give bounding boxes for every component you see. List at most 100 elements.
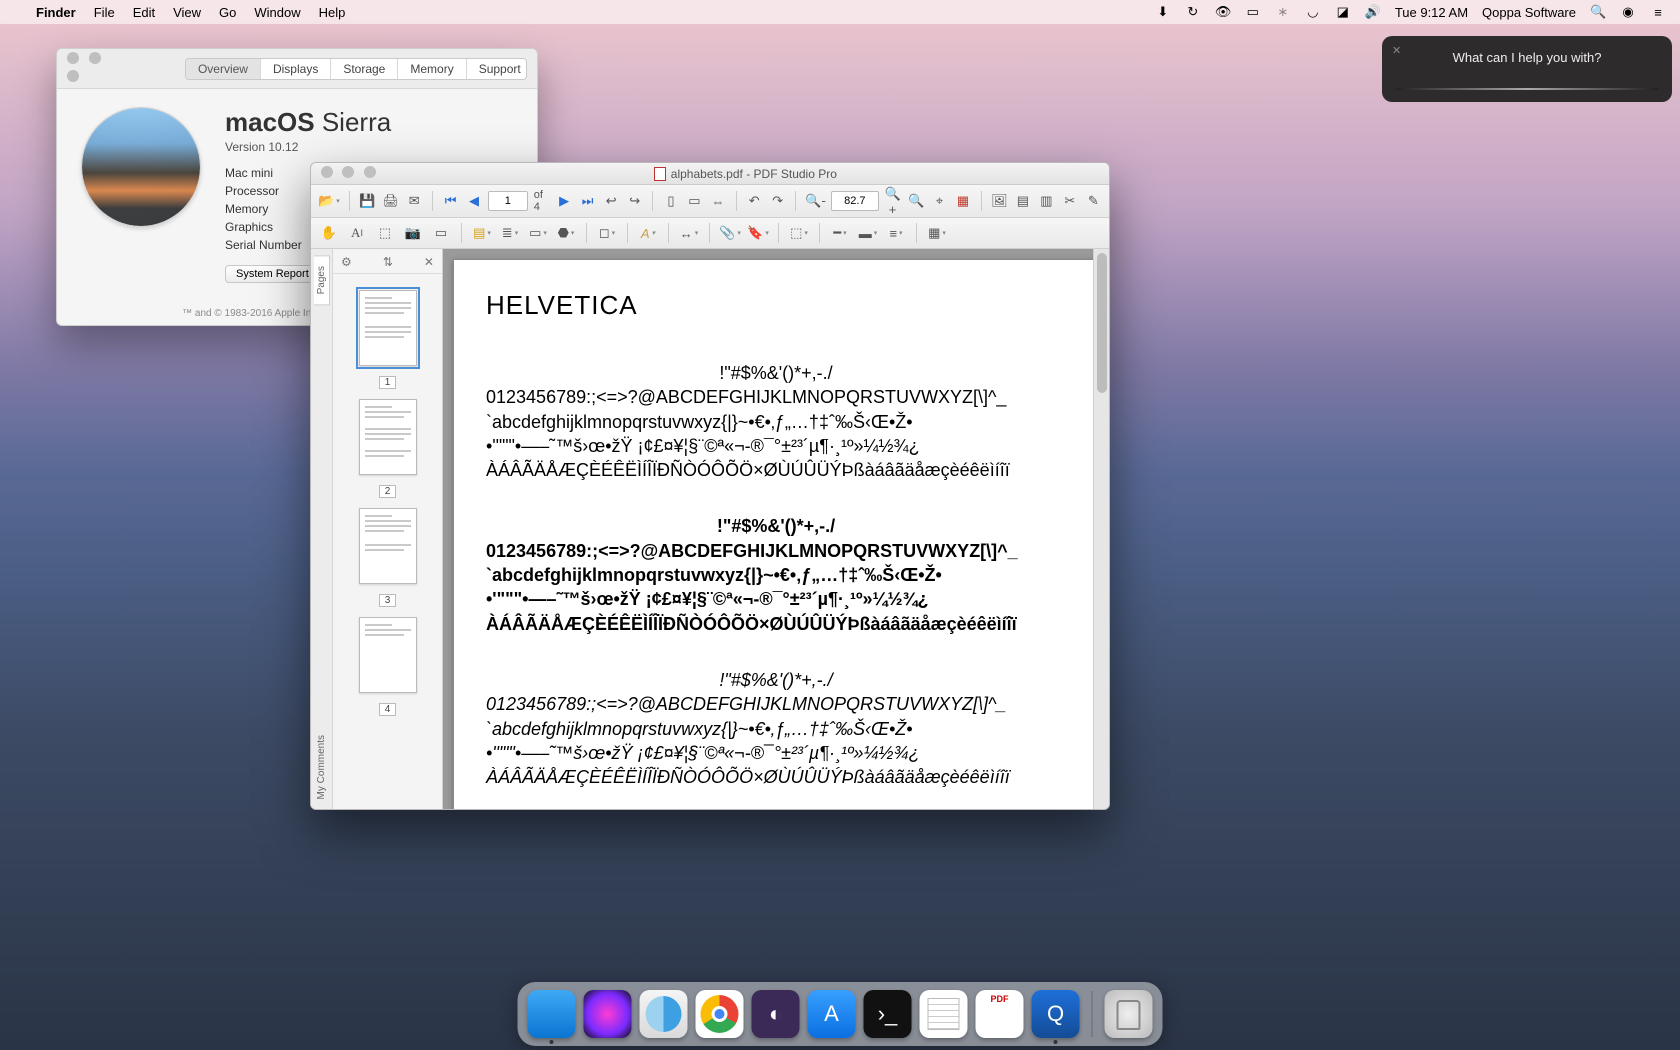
dock-eclipse[interactable]: ◐ [752, 990, 800, 1038]
dock-finder[interactable] [528, 990, 576, 1038]
side-tab-comments[interactable]: My Comments [314, 725, 329, 809]
sticky-note-tool[interactable]: ▤ [470, 222, 494, 244]
binoculars-icon[interactable]: 👁 [1215, 4, 1231, 20]
rotate-ccw-button[interactable]: ↶ [744, 190, 764, 212]
tab-storage[interactable]: Storage [331, 59, 398, 79]
snapshot-tool[interactable]: ⬚ [373, 222, 397, 244]
spotlight-icon[interactable]: 🔍 [1590, 4, 1606, 20]
dock-pdfstudio[interactable]: Q [1032, 990, 1080, 1038]
save-button[interactable]: 💾 [358, 190, 378, 212]
sign-button[interactable]: 🖼 [990, 190, 1010, 212]
dock-terminal[interactable]: ›_ [864, 990, 912, 1038]
link-tool[interactable]: ▭ [429, 222, 453, 244]
highlight-tool[interactable]: A [636, 222, 660, 244]
attach-tool[interactable]: 📎 [718, 222, 742, 244]
compare-button[interactable]: ▤ [1013, 190, 1033, 212]
fit-width-button[interactable]: ⇔ [708, 190, 728, 212]
dock-pdf[interactable] [976, 990, 1024, 1038]
vertical-scrollbar[interactable] [1093, 249, 1109, 809]
zoom-icon[interactable] [364, 166, 376, 178]
thumb-options-icon[interactable]: ⚙ [341, 255, 352, 269]
page-number-input[interactable] [488, 191, 528, 211]
thumb-page-1[interactable] [359, 290, 417, 366]
menu-view[interactable]: View [173, 5, 201, 20]
stamp-tool[interactable]: ⬣ [554, 222, 578, 244]
menu-go[interactable]: Go [219, 5, 236, 20]
camera-tool[interactable]: 📷 [401, 222, 425, 244]
menu-file[interactable]: File [94, 5, 115, 20]
menu-help[interactable]: Help [319, 5, 346, 20]
about-traffic-lights[interactable] [67, 51, 119, 87]
prev-page-button[interactable]: ◀ [464, 190, 484, 212]
dock-safari[interactable] [640, 990, 688, 1038]
crop-button[interactable]: ✂ [1060, 190, 1080, 212]
rotate-cw-button[interactable]: ↷ [768, 190, 788, 212]
tab-displays[interactable]: Displays [261, 59, 331, 79]
form-button[interactable]: ▦ [953, 190, 973, 212]
bookmark-tool[interactable]: 🔖 [746, 222, 770, 244]
wifi-icon[interactable]: ◡ [1305, 4, 1321, 20]
dock-chrome[interactable] [696, 990, 744, 1038]
notification-center-icon[interactable]: ≡ [1650, 5, 1666, 20]
minimize-icon[interactable] [342, 166, 354, 178]
menubar-clock[interactable]: Tue 9:12 AM [1395, 5, 1468, 20]
close-icon[interactable] [67, 52, 79, 64]
side-tab-pages[interactable]: Pages [314, 255, 330, 305]
tab-support[interactable]: Support [467, 59, 527, 79]
callout-tool[interactable]: ▭ [526, 222, 550, 244]
transparency-tool[interactable]: ▦ [925, 222, 949, 244]
pan-zoom-button[interactable]: ⌖ [930, 190, 950, 212]
dock-textedit[interactable] [920, 990, 968, 1038]
menubar-app[interactable]: Finder [36, 5, 76, 20]
pdf-titlebar[interactable]: alphabets.pdf - PDF Studio Pro [311, 163, 1109, 185]
dock-appstore[interactable]: A [808, 990, 856, 1038]
next-page-button[interactable]: ▶ [554, 190, 574, 212]
loupe-button[interactable]: 🔍 [906, 190, 926, 212]
display-icon[interactable]: ▭ [1245, 4, 1261, 20]
actual-size-button[interactable]: ▯ [661, 190, 681, 212]
minimize-icon[interactable] [89, 52, 101, 64]
dock-siri[interactable] [584, 990, 632, 1038]
fill-color-tool[interactable]: ▬ [856, 222, 880, 244]
menu-window[interactable]: Window [254, 5, 300, 20]
pdf-traffic-lights[interactable] [311, 166, 382, 181]
zoom-icon[interactable] [67, 70, 79, 82]
thumb-sort-icon[interactable]: ⇅ [383, 255, 393, 269]
print-button[interactable]: 🖨 [381, 190, 401, 212]
thumb-page-4[interactable] [359, 617, 417, 693]
siri-close-icon[interactable]: ✕ [1392, 44, 1401, 57]
thumb-page-3[interactable] [359, 508, 417, 584]
dock-trash[interactable] [1105, 990, 1153, 1038]
zoom-in-button[interactable]: 🔍+ [883, 190, 903, 212]
siri-panel[interactable]: ✕ What can I help you with? [1382, 36, 1672, 102]
thumb-page-2[interactable] [359, 399, 417, 475]
shape-tool[interactable]: ◻ [595, 222, 619, 244]
thumb-close-icon[interactable]: ✕ [424, 255, 434, 269]
optimize-button[interactable]: ▥ [1037, 190, 1057, 212]
menu-edit[interactable]: Edit [133, 5, 155, 20]
line-weight-tool[interactable]: ≡ [884, 222, 908, 244]
dropbox-icon[interactable]: ⬇ [1155, 4, 1171, 20]
tab-overview[interactable]: Overview [186, 59, 261, 79]
measure-tool[interactable]: ↔ [677, 222, 701, 244]
line-style-tool[interactable]: ━ [828, 222, 852, 244]
menubar-right-app[interactable]: Qoppa Software [1482, 5, 1576, 20]
zoom-out-button[interactable]: 🔍- [804, 190, 827, 212]
scrollbar-thumb[interactable] [1097, 253, 1107, 393]
prev-view-button[interactable]: ↩ [601, 190, 621, 212]
last-page-button[interactable]: ⏭ [578, 190, 598, 212]
pdf-document-area[interactable]: HELVETICA !"#$%&'()*+,-./ 0123456789:;<=… [443, 249, 1109, 809]
volume-icon[interactable]: 🔊 [1365, 4, 1381, 20]
close-icon[interactable] [321, 166, 333, 178]
zoom-input[interactable] [831, 191, 879, 211]
open-button[interactable]: 📂 [317, 190, 341, 212]
history-icon[interactable]: ↻ [1185, 4, 1201, 20]
area-tool[interactable]: ⬚ [787, 222, 811, 244]
text-select-tool[interactable]: AI [345, 222, 369, 244]
battery-icon[interactable]: ◪ [1335, 4, 1351, 20]
tab-memory[interactable]: Memory [398, 59, 466, 79]
next-view-button[interactable]: ↪ [625, 190, 645, 212]
hand-tool[interactable]: ✋ [317, 222, 341, 244]
about-titlebar[interactable]: Overview Displays Storage Memory Support… [57, 49, 537, 89]
bluetooth-icon[interactable]: ∗ [1275, 4, 1291, 20]
